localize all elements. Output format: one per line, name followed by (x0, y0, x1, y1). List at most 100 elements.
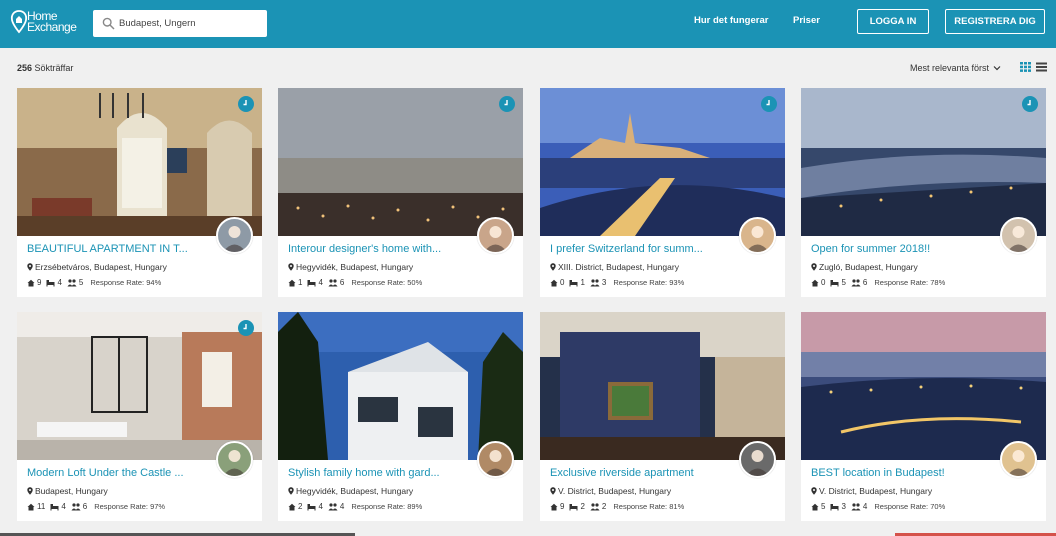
bed-icon (50, 503, 59, 510)
top-header: Home Exchange Hur det fungerar Priser LO… (0, 0, 1056, 48)
listing-card[interactable]: Stylish family home with gard... Hegyvid… (278, 312, 523, 521)
listing-card[interactable]: Interour designer's home with... Hegyvid… (278, 88, 523, 297)
stat-guests: 6 (851, 278, 867, 287)
logo-text: Home Exchange (27, 10, 77, 33)
stat-beds-value: 1 (298, 278, 303, 287)
nav-prices[interactable]: Priser (793, 15, 820, 26)
guests-icon (328, 278, 338, 286)
search-box[interactable] (93, 10, 267, 37)
stat-guests: 4 (328, 502, 344, 511)
listing-stats: 0 5 6 Response Rate: 78% (811, 278, 945, 287)
owner-avatar[interactable] (1000, 441, 1037, 478)
listing-location: Budapest, Hungary (27, 486, 108, 496)
listing-location-text: V. District, Budapest, Hungary (558, 486, 672, 496)
login-button[interactable]: LOGGA IN (857, 9, 929, 34)
stat-beds-value: 2 (298, 502, 303, 511)
listing-card[interactable]: I prefer Switzerland for summ... XIII. D… (540, 88, 785, 297)
chevron-down-icon (993, 66, 1001, 71)
stat-guests-value: 4 (862, 502, 868, 511)
house-icon (27, 279, 35, 286)
response-rate: Response Rate: 94% (90, 278, 162, 287)
stat-guests: 3 (590, 278, 606, 287)
bed-icon (569, 279, 578, 286)
sort-dropdown[interactable]: Mest relevanta först (910, 63, 1001, 73)
owner-avatar[interactable] (216, 441, 253, 478)
listing-card[interactable]: BEST location in Budapest! V. District, … (801, 312, 1046, 521)
listing-photo[interactable] (17, 312, 262, 460)
owner-avatar[interactable] (739, 217, 776, 254)
listing-card[interactable]: Exclusive riverside apartment V. Distric… (540, 312, 785, 521)
listing-stats: 11 4 6 Response Rate: 97% (27, 502, 165, 511)
listing-photo[interactable] (278, 88, 523, 236)
guests-icon (851, 278, 861, 286)
stat-rooms: 4 (46, 278, 62, 287)
list-view-icon[interactable] (1036, 62, 1047, 72)
clock-icon (238, 320, 254, 336)
listing-location: Zugló, Budapest, Hungary (811, 262, 918, 272)
guests-icon (590, 278, 600, 286)
house-icon (811, 279, 819, 286)
listing-photo[interactable] (540, 312, 785, 460)
listing-title[interactable]: Stylish family home with gard... (288, 467, 473, 479)
stat-guests-value: 2 (601, 502, 607, 511)
listing-card[interactable]: BEAUTIFUL APARTMENT IN T... Erzsébetváro… (17, 88, 262, 297)
listing-photo[interactable] (17, 88, 262, 236)
stat-guests-value: 5 (78, 278, 84, 287)
listing-photo[interactable] (540, 88, 785, 236)
listing-photo[interactable] (801, 88, 1046, 236)
listing-location-text: Hegyvidék, Budapest, Hungary (296, 486, 414, 496)
owner-avatar[interactable] (216, 217, 253, 254)
listing-stats: 0 1 3 Response Rate: 93% (550, 278, 684, 287)
grid-view-icon[interactable] (1020, 62, 1031, 72)
listing-photo-image (278, 312, 523, 460)
listing-photo-image (801, 88, 1046, 236)
house-icon (550, 503, 558, 510)
stat-rooms: 4 (50, 502, 66, 511)
location-pin-icon (550, 487, 556, 495)
nav-how-it-works[interactable]: Hur det fungerar (694, 15, 768, 26)
listing-photo-image (17, 312, 262, 460)
results-label: Sökträffar (32, 63, 74, 73)
listing-title[interactable]: Interour designer's home with... (288, 243, 473, 255)
listing-location-text: V. District, Budapest, Hungary (819, 486, 933, 496)
guests-icon (851, 502, 861, 510)
owner-avatar[interactable] (477, 441, 514, 478)
listing-title[interactable]: Exclusive riverside apartment (550, 467, 735, 479)
listing-photo-image (278, 88, 523, 236)
stat-beds: 5 (811, 502, 825, 511)
stat-rooms: 4 (307, 502, 323, 511)
owner-avatar[interactable] (1000, 217, 1037, 254)
response-rate: Response Rate: 81% (613, 502, 685, 511)
stat-rooms-value: 3 (841, 502, 846, 511)
listing-photo[interactable] (278, 312, 523, 460)
bed-icon (830, 503, 839, 510)
home-exchange-logo[interactable]: Home Exchange (10, 8, 80, 38)
listing-title[interactable]: Modern Loft Under the Castle ... (27, 467, 212, 479)
listing-title[interactable]: I prefer Switzerland for summ... (550, 243, 735, 255)
owner-avatar[interactable] (477, 217, 514, 254)
owner-avatar[interactable] (739, 441, 776, 478)
listing-location: Erzsébetváros, Budapest, Hungary (27, 262, 167, 272)
listing-stats: 5 3 4 Response Rate: 70% (811, 502, 945, 511)
location-pin-icon (811, 487, 817, 495)
listing-photo-image (540, 88, 785, 236)
listing-location-text: Budapest, Hungary (35, 486, 108, 496)
listing-card[interactable]: Modern Loft Under the Castle ... Budapes… (17, 312, 262, 521)
stat-rooms-value: 5 (841, 278, 846, 287)
stat-guests: 2 (590, 502, 606, 511)
stat-rooms-value: 4 (61, 502, 66, 511)
listing-title[interactable]: BEST location in Budapest! (811, 467, 996, 479)
search-input[interactable] (119, 15, 259, 32)
listing-card[interactable]: Open for summer 2018!! Zugló, Budapest, … (801, 88, 1046, 297)
listing-location-text: Hegyvidék, Budapest, Hungary (296, 262, 414, 272)
response-rate: Response Rate: 93% (613, 278, 685, 287)
listing-stats: 2 4 4 Response Rate: 89% (288, 502, 422, 511)
stat-beds: 2 (288, 502, 302, 511)
stat-rooms-value: 4 (318, 278, 323, 287)
response-rate: Response Rate: 70% (874, 502, 946, 511)
register-button[interactable]: REGISTRERA DIG (945, 9, 1045, 34)
stat-beds-value: 0 (821, 278, 826, 287)
listing-title[interactable]: BEAUTIFUL APARTMENT IN T... (27, 243, 212, 255)
listing-title[interactable]: Open for summer 2018!! (811, 243, 996, 255)
listing-photo[interactable] (801, 312, 1046, 460)
